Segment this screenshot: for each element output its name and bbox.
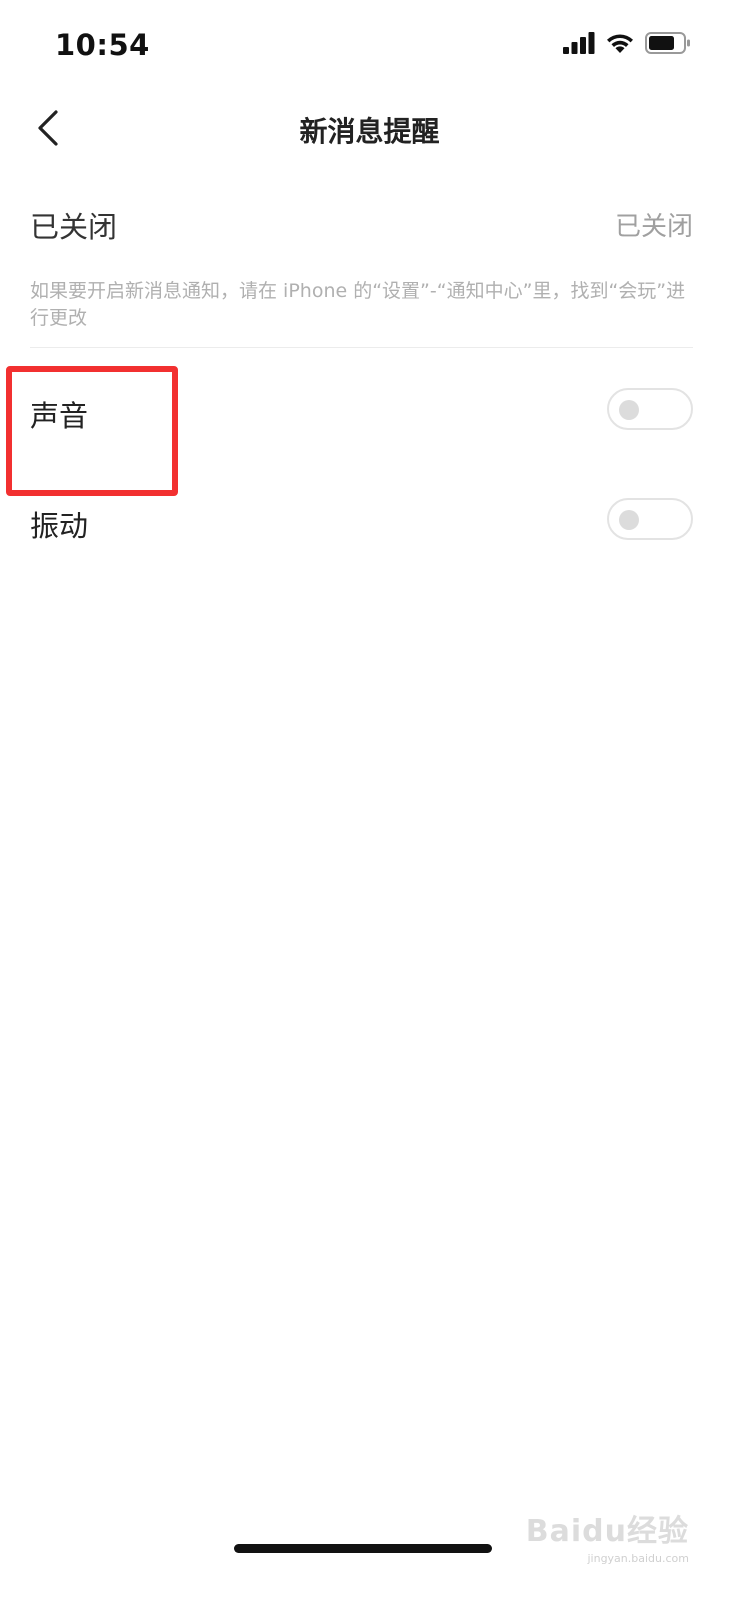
screen: 10:54 新消息提醒 已关闭 已关闭 如果要开启新消息通知，请在 iPhone… (0, 0, 739, 1600)
vibration-label: 振动 (30, 509, 89, 543)
notification-status-label: 已关闭 (30, 210, 118, 244)
sound-toggle[interactable] (607, 388, 693, 430)
wifi-icon (607, 34, 633, 53)
baidu-watermark: Baidu经验 jingyan.baidu.com (526, 1506, 689, 1565)
watermark-sub: jingyan.baidu.com (587, 1552, 689, 1565)
vibration-toggle[interactable] (607, 498, 693, 540)
home-indicator[interactable] (234, 1544, 492, 1553)
status-time: 10:54 (55, 28, 150, 62)
page-title: 新消息提醒 (299, 115, 440, 148)
divider (30, 347, 693, 348)
toggle-knob (619, 400, 639, 420)
signal-icon (563, 32, 595, 54)
status-bar: 10:54 (0, 0, 739, 90)
notification-status-row: 已关闭 已关闭 (30, 196, 693, 252)
nav-bar: 新消息提醒 (0, 90, 739, 170)
notification-hint-text: 如果要开启新消息通知，请在 iPhone 的“设置”-“通知中心”里，找到“会玩… (30, 280, 686, 329)
setting-row-vibration: 振动 (30, 495, 693, 555)
battery-icon (645, 32, 690, 54)
notification-status-value: 已关闭 (614, 212, 693, 242)
toggle-knob (619, 510, 639, 530)
status-icons (563, 32, 691, 54)
highlight-annotation (6, 366, 178, 496)
watermark-main: Baidu经验 (525, 1514, 689, 1549)
